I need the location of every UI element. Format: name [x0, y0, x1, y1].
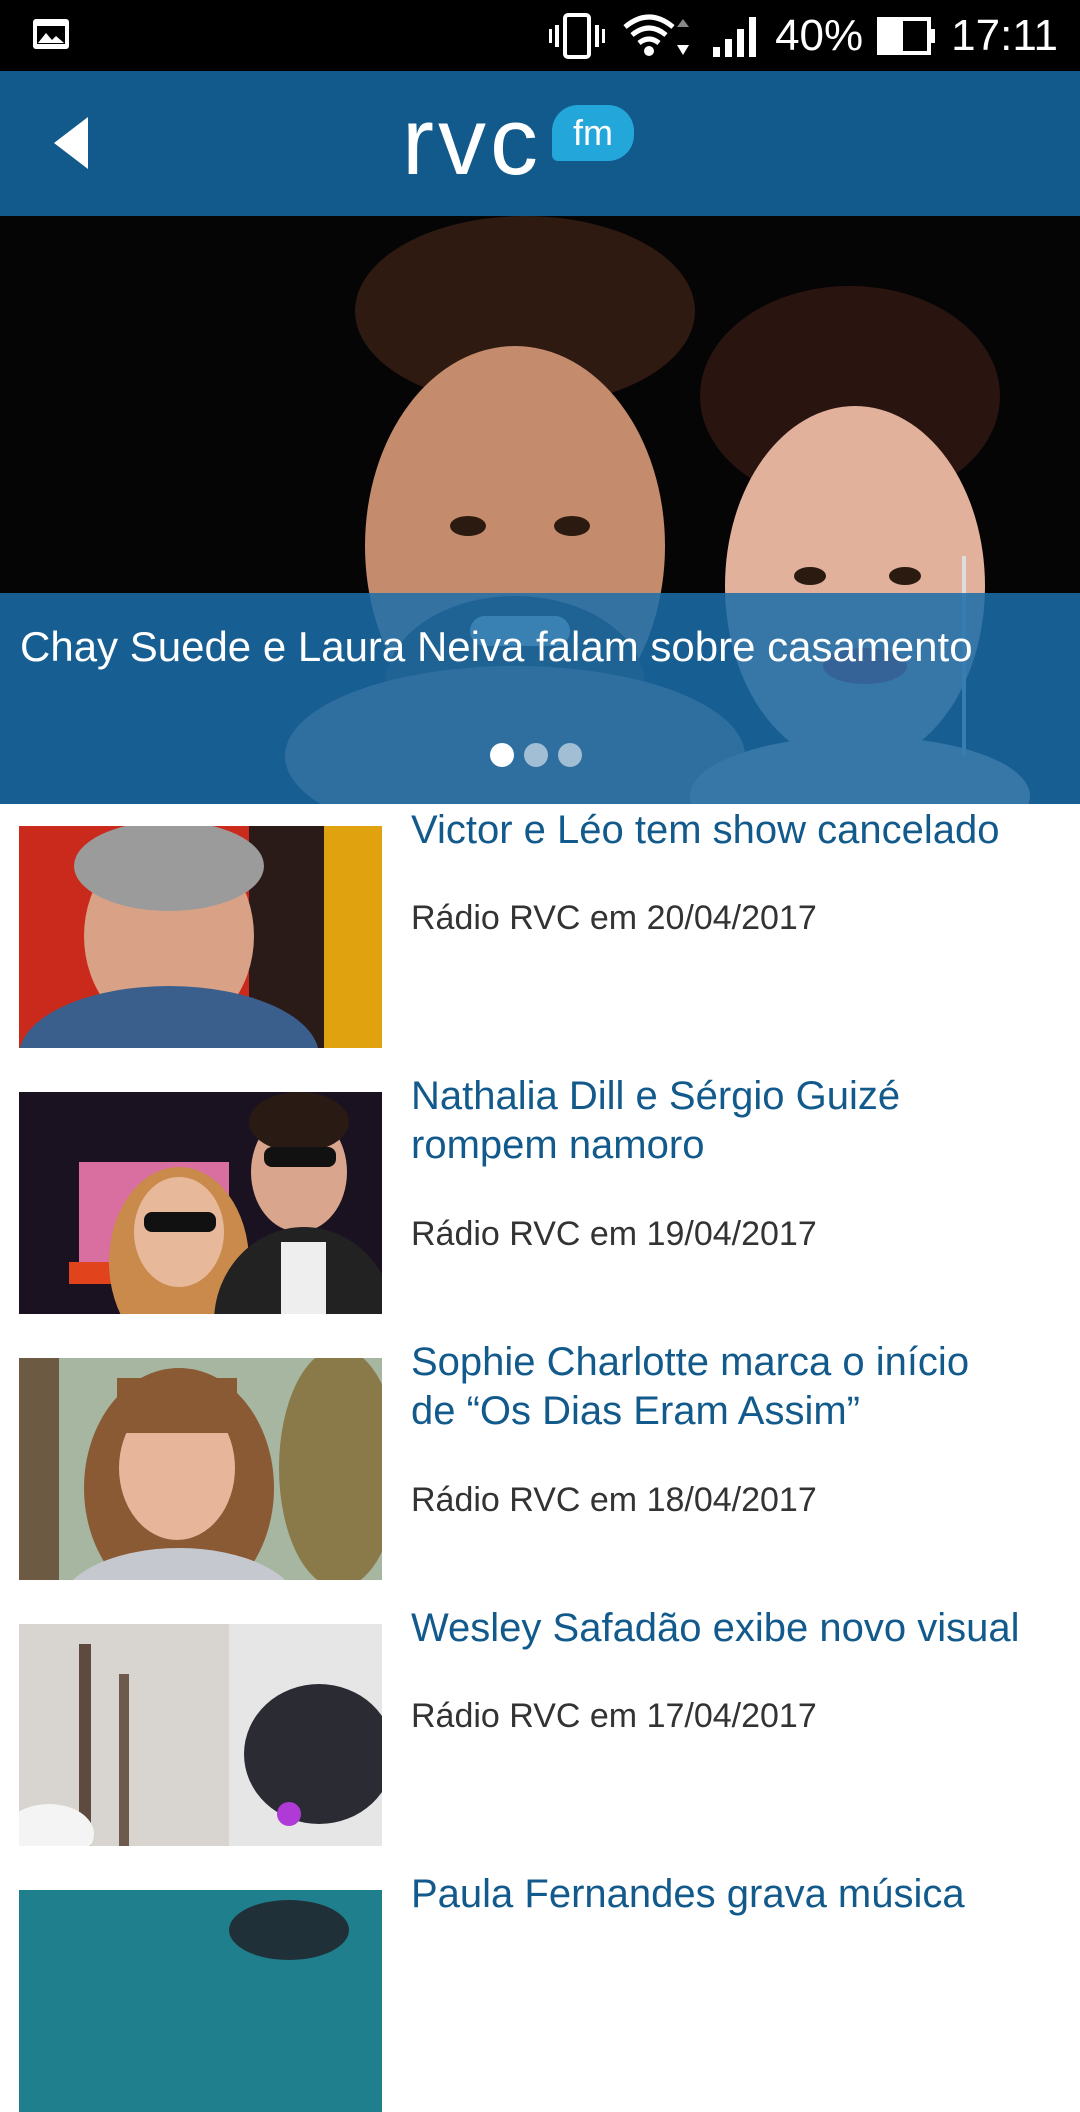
- news-meta: Rádio RVC em 19/04/2017: [411, 1215, 817, 1253]
- signal-icon: [713, 16, 757, 57]
- battery-icon: [877, 16, 936, 55]
- news-thumbnail: [19, 1092, 382, 1314]
- news-item[interactable]: Sophie Charlotte marca o início de “Os D…: [0, 1336, 1080, 1580]
- carousel-pagination: [490, 743, 582, 767]
- wifi-icon: [623, 14, 690, 56]
- featured-caption[interactable]: Chay Suede e Laura Neiva falam sobre cas…: [0, 593, 1080, 804]
- news-item[interactable]: Nathalia Dill e Sérgio Guizé rompem namo…: [0, 1070, 1080, 1314]
- battery-percent: 40%: [775, 10, 864, 60]
- news-meta: Rádio RVC em 18/04/2017: [411, 1481, 817, 1519]
- carousel-dot-3[interactable]: [558, 743, 582, 767]
- logo-fm-badge: fm: [551, 105, 634, 161]
- carousel-dot-2[interactable]: [524, 743, 548, 767]
- news-title[interactable]: Nathalia Dill e Sérgio Guizé rompem namo…: [411, 1072, 1061, 1170]
- back-arrow-icon[interactable]: [40, 111, 110, 176]
- clock: 17:11: [951, 10, 1058, 60]
- vibrate-icon: [549, 12, 606, 59]
- gallery-notification-icon: [33, 19, 69, 49]
- news-title[interactable]: Wesley Safadão exibe novo visual: [411, 1604, 1061, 1653]
- news-item[interactable]: Victor e Léo tem show cancelado Rádio RV…: [0, 804, 1080, 1048]
- app-header: rvc fm: [0, 71, 1080, 216]
- news-thumbnail: [19, 826, 382, 1048]
- news-title[interactable]: Sophie Charlotte marca o início de “Os D…: [411, 1338, 1061, 1436]
- news-title[interactable]: Paula Fernandes grava música: [411, 1870, 1061, 1919]
- news-meta: Rádio RVC em 17/04/2017: [411, 1697, 817, 1735]
- rvc-fm-logo: rvc fm: [402, 88, 634, 195]
- carousel-dot-1[interactable]: [490, 743, 514, 767]
- status-bar: 40% 17:11: [0, 0, 1080, 71]
- featured-title[interactable]: Chay Suede e Laura Neiva falam sobre cas…: [20, 623, 973, 671]
- logo-main-text: rvc: [402, 88, 542, 195]
- news-thumbnail: [19, 1624, 382, 1846]
- news-thumbnail: [19, 1890, 382, 2112]
- news-item[interactable]: Paula Fernandes grava música: [0, 1868, 1080, 2112]
- featured-carousel[interactable]: Chay Suede e Laura Neiva falam sobre cas…: [0, 216, 1080, 804]
- news-meta: Rádio RVC em 20/04/2017: [411, 899, 817, 937]
- news-title[interactable]: Victor e Léo tem show cancelado: [411, 806, 1061, 855]
- news-item[interactable]: Wesley Safadão exibe novo visual Rádio R…: [0, 1602, 1080, 1846]
- news-thumbnail: [19, 1358, 382, 1580]
